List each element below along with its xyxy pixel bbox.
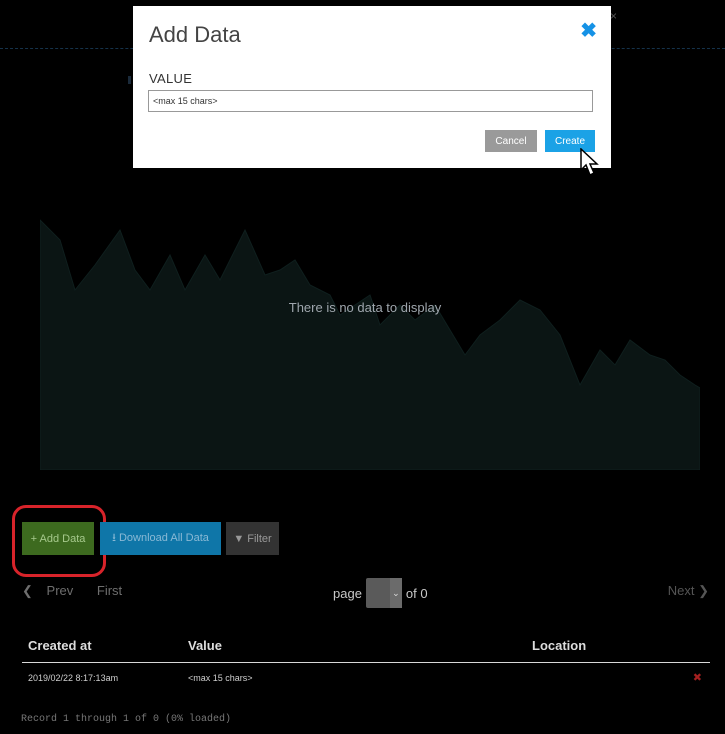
cell-value: <max 15 chars> [188,673,253,683]
chevron-right-icon: ❯ [698,583,709,598]
empty-chart-message: There is no data to display [288,300,442,315]
value-field-label: VALUE [149,71,193,86]
mouse-pointer-icon [578,147,606,185]
filter-label: Filter [247,532,272,545]
chevron-left-icon: ❮ [22,583,33,598]
table-header: Created at Value Location [22,636,710,663]
prev-label: Prev [46,583,74,598]
page-count-label: of 0 [405,585,428,601]
page-selector: page ⌄ of 0 [333,578,428,608]
value-input[interactable] [148,90,593,112]
delete-icon[interactable]: ✖ [693,671,702,684]
page-label: page [333,585,362,601]
next-label: Next [667,583,695,598]
add-data-button[interactable]: + Add Data [22,522,94,555]
column-header-location[interactable]: Location [532,638,586,653]
table-row[interactable]: 2019/02/22 8:17:13am <max 15 chars> ✖ [22,668,710,690]
prev-link[interactable]: ❮ Prev [22,583,83,598]
chart-area [40,210,700,470]
filter-icon: ▼ [233,532,245,545]
background-close-glyph: × [610,9,618,23]
cell-created-at: 2019/02/22 8:17:13am [28,673,119,683]
page-number-select[interactable]: ⌄ [365,578,402,608]
column-header-created-at[interactable]: Created at [28,638,92,653]
close-icon[interactable]: ✖ [580,18,597,43]
chart-placeholder-graphic [40,219,700,470]
download-icon: ⭳ [112,532,116,544]
dialog-title: Add Data [149,22,241,47]
next-link[interactable]: Next ❯ [668,583,709,599]
first-link[interactable]: First [97,583,122,598]
filter-button[interactable]: ▼ Filter [226,522,279,555]
record-status: Record 1 through 1 of 0 (0% loaded) [21,714,232,725]
background-marker [128,76,131,84]
download-label: Download All Data [118,532,209,544]
column-header-value[interactable]: Value [188,638,222,653]
chevron-down-icon: ⌄ [389,578,402,608]
download-all-data-button[interactable]: ⭳ Download All Data [100,522,221,555]
pager-left: ❮ Prev First [22,583,132,599]
add-data-dialog: Add Data ✖ VALUE Cancel Create [133,6,611,168]
cancel-button[interactable]: Cancel [485,130,537,152]
